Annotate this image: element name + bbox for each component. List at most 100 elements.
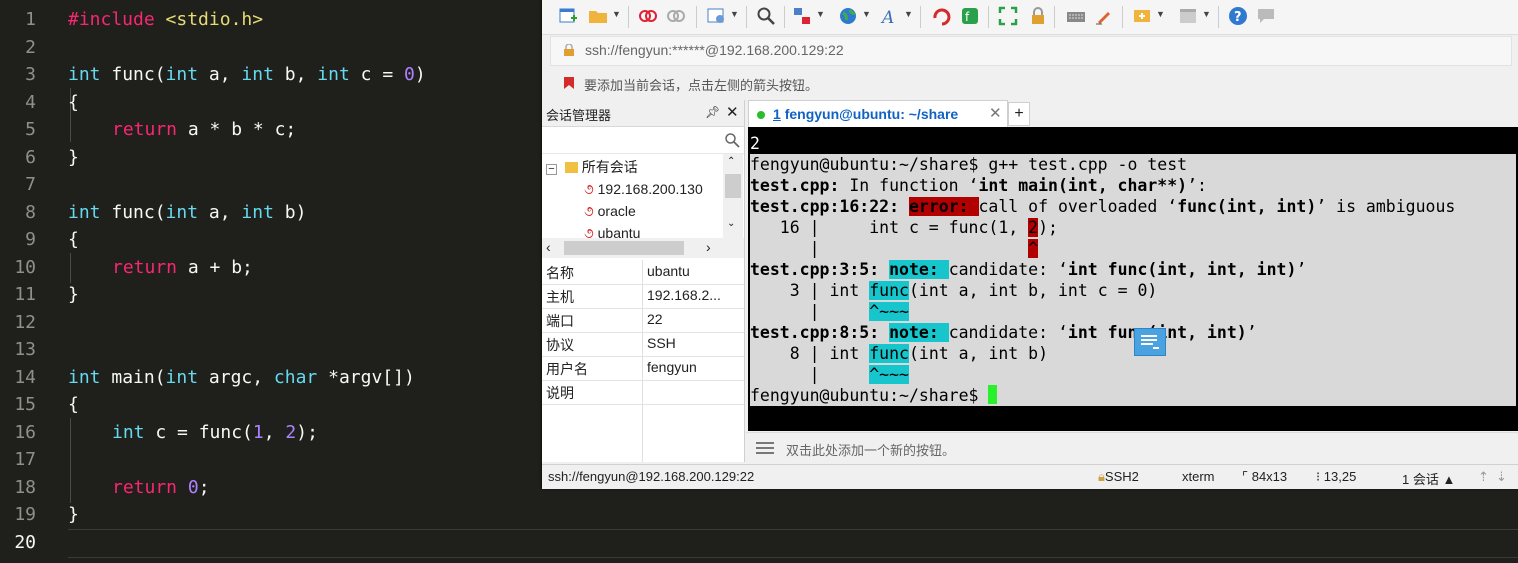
font-icon[interactable]: A <box>880 6 900 26</box>
chevron-down-icon[interactable]: ▼ <box>816 9 825 19</box>
tree-root[interactable]: − 所有会话 <box>546 156 638 178</box>
session-properties: 名称 ubantu 主机 192.168.2... 端口 22 协议 SSH 用户名 fe… <box>542 260 744 462</box>
keyboard-icon[interactable] <box>1066 6 1086 26</box>
session-icon: ૭ <box>584 203 594 219</box>
new-tab-button[interactable]: + <box>1008 102 1030 126</box>
layout-icon[interactable] <box>1178 6 1198 26</box>
menu-icon[interactable] <box>756 441 774 455</box>
current-line-number: 20 <box>14 532 36 553</box>
terminal[interactable]: 2 fengyun@ubuntu:~/share$ g++ test.cpp -… <box>748 127 1518 431</box>
search-icon[interactable] <box>724 132 740 148</box>
tab-bar: 1 fengyun@ubuntu: ~/share ✕ + <box>746 100 1518 128</box>
properties-icon[interactable] <box>706 6 726 26</box>
highlight-pen-icon[interactable] <box>1094 6 1114 26</box>
vertical-scrollbar[interactable]: ⌃ ⌄ <box>723 154 743 238</box>
lock-icon[interactable] <box>1028 6 1048 26</box>
scrollbar-thumb[interactable] <box>564 241 684 255</box>
scroll-down-icon[interactable]: ⇣ <box>1496 469 1507 485</box>
chevron-left-icon[interactable]: ‹ <box>546 239 551 255</box>
terminal-line: | ^~~~ <box>750 364 1516 385</box>
bookmark-arrow-icon[interactable] <box>562 76 576 90</box>
tab-session[interactable]: 1 fengyun@ubuntu: ~/share ✕ <box>748 100 1008 128</box>
transfer-icon[interactable] <box>792 6 812 26</box>
toolbar-separator <box>784 6 785 28</box>
chevron-down-icon[interactable]: ▼ <box>862 9 871 19</box>
status-bar: ssh://fengyun@192.168.200.129:22 🔒︎SSH2 … <box>542 464 1518 489</box>
terminal-prompt[interactable]: fengyun@ubuntu:~/share$ <box>750 385 1516 406</box>
close-icon[interactable]: ✕ <box>726 103 739 121</box>
property-row[interactable]: 说明 <box>542 380 744 405</box>
status-sessions[interactable]: 1 会话 ▲ <box>1402 469 1455 488</box>
reconnect-icon[interactable] <box>666 6 686 26</box>
tree-session-item[interactable]: ૭ ubantu <box>584 222 640 238</box>
chevron-down-icon[interactable]: ▼ <box>904 9 913 19</box>
address-text: ssh://fengyun:******@192.168.200.129:22 <box>585 42 844 58</box>
toolbar-separator <box>628 6 629 28</box>
horizontal-scrollbar[interactable]: ‹ › <box>542 238 744 258</box>
chevron-up-icon: ▲ <box>1442 472 1456 487</box>
property-row[interactable]: 用户名 fengyun <box>542 356 744 381</box>
code-line: 19} <box>14 504 79 525</box>
scroll-up-icon[interactable]: ⇡ <box>1478 469 1489 485</box>
toolbar-separator <box>1122 6 1123 28</box>
status-size: ⌜ 84x13 <box>1242 469 1288 484</box>
tree-session-item[interactable]: ૭ oracle <box>584 200 636 222</box>
session-manager-title: 会话管理器 <box>546 108 612 123</box>
chevron-down-icon[interactable]: ▼ <box>1202 9 1211 19</box>
folder-icon <box>564 162 578 173</box>
xshell-logo-icon[interactable] <box>932 6 952 26</box>
globe-icon[interactable] <box>838 6 858 26</box>
quick-command-bar[interactable]: 双击此处添加一个新的按钮。 <box>746 432 1518 463</box>
chevron-down-icon[interactable]: ▼ <box>730 9 739 19</box>
toolbar-separator <box>920 6 921 28</box>
svg-text:?: ? <box>1234 10 1242 25</box>
open-folder-icon[interactable] <box>588 6 608 26</box>
help-icon[interactable]: ? <box>1228 6 1248 26</box>
session-icon: ૭ <box>584 225 594 238</box>
toolbar-separator <box>988 6 989 28</box>
lock-icon: 🔒︎ <box>1098 469 1105 484</box>
status-term: xterm <box>1182 469 1215 484</box>
code-line-current[interactable]: 20 <box>0 529 1518 556</box>
status-cursor: ⁝ 13,25 <box>1316 469 1357 484</box>
session-search-input[interactable] <box>542 127 744 154</box>
property-row[interactable]: 协议 SSH <box>542 332 744 357</box>
terminal-line: test.cpp:16:22: error: call of overloade… <box>750 196 1516 217</box>
property-row[interactable]: 主机 192.168.2... <box>542 284 744 309</box>
terminal-line: fengyun@ubuntu:~/share$ g++ test.cpp -o … <box>750 154 1516 175</box>
property-row[interactable]: 名称 ubantu <box>542 260 744 285</box>
fullscreen-icon[interactable] <box>998 6 1018 26</box>
chevron-down-icon[interactable]: ▼ <box>612 9 621 19</box>
xftp-icon[interactable]: f <box>960 6 980 26</box>
status-protocol: 🔒︎SSH2 <box>1098 469 1139 484</box>
size-icon: ⌜ <box>1242 469 1249 484</box>
add-tab-icon[interactable] <box>1132 6 1152 26</box>
terminal-line: test.cpp: In function ‘int main(int, cha… <box>750 175 1516 196</box>
chevron-right-icon[interactable]: › <box>706 239 711 255</box>
chat-icon[interactable] <box>1256 6 1276 26</box>
toolbar-separator <box>696 6 697 28</box>
compose-bar-icon[interactable] <box>1134 328 1166 356</box>
search-icon[interactable] <box>756 6 776 26</box>
terminal-line: 16 | int c = func(1, 2); <box>750 217 1516 238</box>
scrollbar-thumb[interactable] <box>725 174 741 198</box>
close-tab-icon[interactable]: ✕ <box>989 104 1002 122</box>
xshell-window[interactable]: ▼ ▼ ▼ ▼ A ▼ f ▼ ▼ ? ssh://fengyun:******… <box>542 0 1518 489</box>
toolbar-separator <box>746 6 747 28</box>
chevron-down-icon[interactable]: ⌄ <box>727 218 735 229</box>
terminal-line: | ^ <box>750 238 1516 259</box>
status-connection: ssh://fengyun@192.168.200.129:22 <box>548 469 755 484</box>
toolbar: ▼ ▼ ▼ ▼ A ▼ f ▼ ▼ ? <box>542 0 1518 35</box>
chevron-up-icon[interactable]: ⌃ <box>727 156 735 167</box>
tree-session-item[interactable]: ૭ 192.168.200.130 <box>584 178 703 200</box>
pin-icon[interactable]: 📌︎ <box>705 105 720 119</box>
new-session-icon[interactable] <box>558 6 578 26</box>
collapse-icon[interactable]: − <box>546 164 557 175</box>
disconnect-icon[interactable] <box>638 6 658 26</box>
property-row[interactable]: 端口 22 <box>542 308 744 333</box>
chevron-down-icon[interactable]: ▼ <box>1156 9 1165 19</box>
address-bar[interactable]: ssh://fengyun:******@192.168.200.129:22 <box>550 36 1512 66</box>
terminal-line: 3 | int func(int a, int b, int c = 0) <box>750 280 1516 301</box>
terminal-line: test.cpp:8:5: note: candidate: ‘int func… <box>750 322 1516 343</box>
toolbar-separator <box>1054 6 1055 28</box>
